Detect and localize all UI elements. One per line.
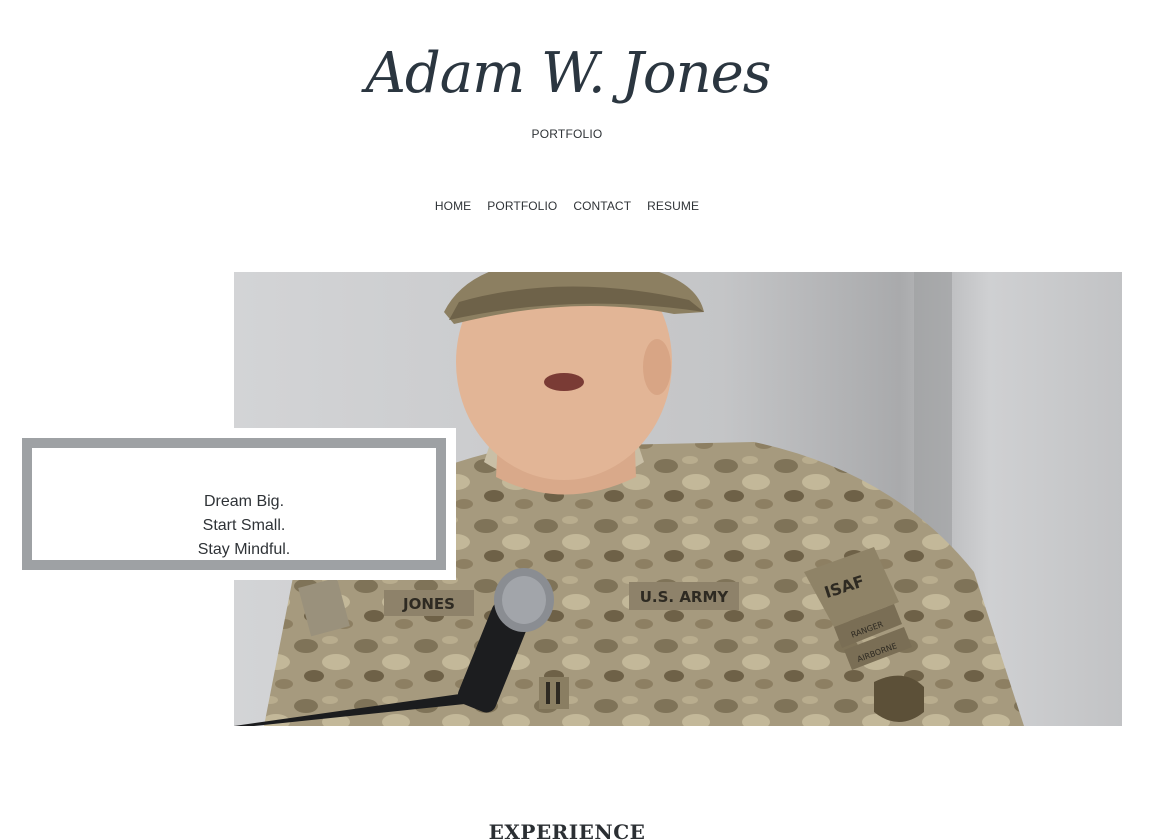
- quote-line-3: Stay Mindful.: [197, 541, 291, 558]
- nav-portfolio-link[interactable]: PORTFOLIO: [487, 199, 557, 213]
- logo-text: Adam W. Jones: [360, 41, 770, 106]
- nav-home-link[interactable]: HOME: [435, 199, 471, 213]
- name-tape-text: JONES: [402, 595, 455, 613]
- experience-heading: EXPERIENCE: [488, 820, 646, 840]
- nav-contact-link[interactable]: CONTACT: [573, 199, 631, 213]
- quote-box: Dream Big. Start Small. Stay Mindful.: [22, 428, 456, 580]
- branch-tape-text: U.S. ARMY: [640, 588, 730, 606]
- quote-frame: Dream Big. Start Small. Stay Mindful.: [22, 438, 446, 570]
- site-header: Adam W. Jones PORTFOLIO HOME PORTFOLIO C…: [0, 0, 1167, 250]
- site-logo-link[interactable]: Adam W. Jones: [360, 30, 771, 122]
- main-nav: HOME PORTFOLIO CONTACT RESUME: [0, 199, 1134, 213]
- quote-text: Dream Big. Start Small. Stay Mindful.: [32, 490, 456, 562]
- nav-resume-link[interactable]: RESUME: [647, 199, 699, 213]
- quote-line-1: Dream Big.: [203, 493, 285, 510]
- quote-line-2: Start Small.: [202, 517, 286, 534]
- site-tagline: PORTFOLIO: [531, 127, 603, 141]
- signature-logo: Adam W. Jones: [360, 41, 771, 106]
